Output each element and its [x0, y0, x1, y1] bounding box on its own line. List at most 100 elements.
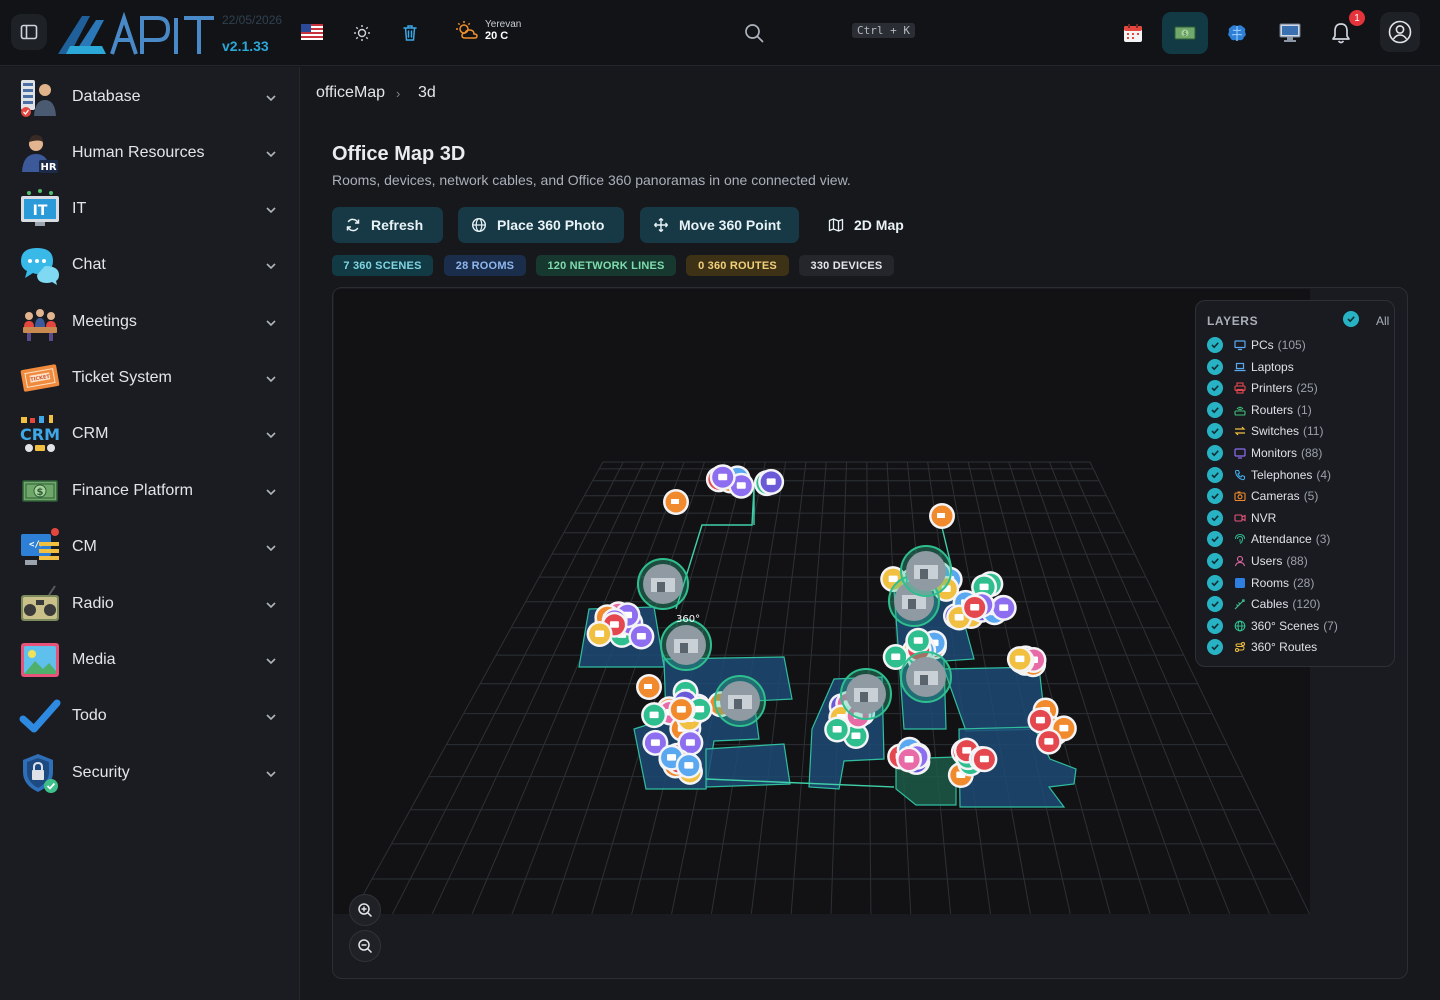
layer-toggle-nvr[interactable]: NVR — [1207, 509, 1280, 527]
chevron-down-icon — [266, 207, 276, 214]
scene-360-marker[interactable] — [900, 545, 952, 597]
apit-logo[interactable] — [56, 12, 216, 56]
layer-checkbox[interactable] — [1207, 574, 1223, 591]
sidebar-item-ticket-system[interactable]: TICKET Ticket System — [0, 349, 300, 405]
sidebar-item-meetings[interactable]: Meetings — [0, 293, 300, 349]
layer-checkbox[interactable] — [1207, 358, 1223, 375]
layer-checkbox[interactable] — [1207, 445, 1223, 461]
sidebar-toggle-button[interactable] — [11, 14, 47, 50]
layer-toggle-360-scenes[interactable]: 360° Scenes (7) — [1207, 617, 1338, 635]
refresh-button[interactable]: Refresh — [332, 207, 443, 243]
layer-name: Laptops — [1251, 359, 1294, 374]
sidebar-item-cm[interactable]: </> CM — [0, 518, 300, 574]
layer-toggle-360-routes[interactable]: 360° Routes — [1207, 638, 1321, 656]
user-menu-button[interactable] — [1380, 12, 1420, 52]
layer-checkbox[interactable] — [1207, 488, 1223, 505]
sidebar-item-todo[interactable]: Todo — [0, 687, 300, 743]
sidebar-item-media[interactable]: Media — [0, 631, 300, 687]
device-marker[interactable] — [971, 746, 998, 773]
sidebar-item-security[interactable]: Security — [0, 744, 300, 800]
device-marker[interactable] — [641, 702, 668, 729]
layer-checkbox[interactable] — [1207, 380, 1223, 397]
theme-toggle-button[interactable] — [350, 21, 374, 45]
layer-checkbox[interactable] — [1207, 337, 1223, 353]
layer-checkbox[interactable] — [1207, 509, 1223, 526]
device-marker[interactable] — [1006, 646, 1033, 673]
2d-map-button[interactable]: 2D Map — [828, 207, 918, 243]
layer-toggle-rooms[interactable]: Rooms (28) — [1207, 574, 1314, 592]
layer-toggle-routers[interactable]: Routers (1) — [1207, 401, 1312, 419]
device-marker[interactable] — [586, 620, 613, 647]
chevron-down-icon — [266, 263, 276, 270]
sidebar-item-database[interactable]: Database — [0, 68, 300, 124]
layer-checkbox[interactable] — [1207, 423, 1223, 440]
weather-widget[interactable]: Yerevan 20 C — [455, 19, 521, 42]
layer-toggle-laptops[interactable]: Laptops — [1207, 358, 1298, 376]
layer-checkbox[interactable] — [1207, 401, 1223, 418]
monitor-network-icon — [1279, 23, 1301, 42]
camera-marker[interactable] — [663, 489, 689, 515]
breadcrumb-root-link[interactable]: officeMap — [316, 84, 385, 102]
device-marker[interactable] — [675, 752, 702, 779]
device-marker[interactable] — [758, 468, 785, 495]
layer-checkbox[interactable] — [1207, 617, 1223, 634]
device-marker[interactable] — [1035, 728, 1062, 755]
remote-desktop-button[interactable] — [1277, 21, 1303, 45]
layer-toggle-printers[interactable]: Printers (25) — [1207, 379, 1318, 397]
layer-toggle-monitors[interactable]: Monitors (88) — [1207, 444, 1322, 462]
sidebar-item-crm[interactable]: CRM CRM — [0, 405, 300, 461]
layer-checkbox[interactable] — [1207, 553, 1223, 569]
scene-360-marker[interactable] — [900, 651, 952, 703]
calendar-button[interactable] — [1121, 21, 1145, 45]
camera-marker[interactable] — [636, 674, 662, 700]
device-marker[interactable] — [905, 627, 932, 654]
layer-toggle-users[interactable]: Users (88) — [1207, 552, 1308, 570]
device-marker[interactable] — [628, 623, 655, 650]
camera-marker[interactable] — [929, 503, 955, 529]
device-marker[interactable] — [709, 464, 736, 491]
layers-all-checkbox[interactable] — [1343, 311, 1359, 327]
device-marker[interactable] — [961, 594, 988, 621]
device-marker[interactable] — [668, 696, 695, 723]
device-marker[interactable] — [824, 716, 851, 743]
layer-toggle-pcs[interactable]: PCs (105) — [1207, 336, 1306, 354]
map-3d-scene[interactable]: 360° — [334, 289, 1311, 916]
map-3d-canvas[interactable]: 360° — [334, 289, 1311, 916]
zoom-in-button[interactable] — [349, 894, 381, 926]
layer-checkbox[interactable] — [1207, 466, 1223, 483]
layer-toggle-cables[interactable]: Cables (120) — [1207, 595, 1320, 613]
scene-360-marker[interactable] — [660, 619, 712, 671]
scene-360-marker[interactable] — [714, 675, 766, 727]
layer-toggle-telephones[interactable]: Telephones (4) — [1207, 466, 1331, 484]
layer-checkbox[interactable] — [1207, 639, 1223, 656]
layer-toggle-attendance[interactable]: Attendance (3) — [1207, 530, 1330, 548]
ai-brain-button[interactable] — [1225, 21, 1249, 45]
zoom-out-button[interactable] — [349, 930, 381, 962]
check-icon — [1211, 407, 1219, 414]
scene-360-marker[interactable] — [637, 558, 689, 610]
language-button[interactable] — [300, 22, 324, 42]
layer-checkbox[interactable] — [1207, 596, 1223, 613]
check-icon — [1211, 536, 1219, 543]
clear-cache-button[interactable] — [398, 21, 422, 45]
sidebar-item-it[interactable]: IT IT — [0, 180, 300, 236]
place-360-photo-button[interactable]: Place 360 Photo — [458, 207, 624, 243]
page-title: Office Map 3D — [332, 143, 466, 165]
layer-toggle-switches[interactable]: Switches (11) — [1207, 422, 1323, 440]
scene-360-marker[interactable] — [840, 668, 892, 720]
sidebar-item-chat[interactable]: Chat — [0, 236, 300, 292]
finance-quick-button[interactable]: $ — [1162, 12, 1208, 54]
device-marker[interactable] — [896, 746, 923, 773]
move-360-point-button[interactable]: Move 360 Point — [640, 207, 799, 243]
notifications-button[interactable] — [1329, 20, 1353, 46]
money-icon: $ — [1174, 26, 1196, 40]
sidebar-item-finance-platform[interactable]: $ Finance Platform — [0, 462, 300, 518]
chevron-down-icon — [266, 545, 276, 552]
search-button[interactable] — [742, 21, 766, 45]
layer-checkbox[interactable] — [1207, 531, 1223, 548]
layer-name: Telephones — [1251, 467, 1313, 482]
sidebar-item-radio[interactable]: Radio — [0, 575, 300, 631]
device-marker[interactable] — [990, 594, 1017, 621]
layer-toggle-cameras[interactable]: Cameras (5) — [1207, 487, 1318, 505]
sidebar-item-human-resources[interactable]: HR Human Resources — [0, 124, 300, 180]
